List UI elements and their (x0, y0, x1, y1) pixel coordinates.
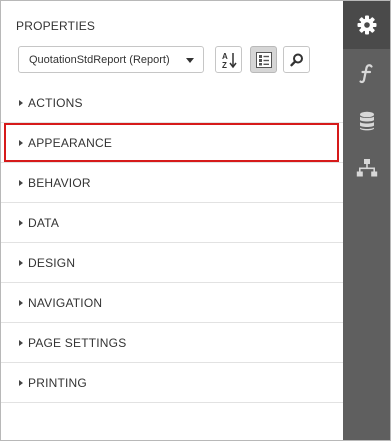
report-explorer-tab[interactable] (343, 145, 390, 193)
properties-tab[interactable] (343, 1, 390, 49)
expand-arrow-icon (19, 260, 23, 266)
category-label: PRINTING (28, 376, 87, 390)
properties-panel: PROPERTIES QuotationStdReport (Report) A… (1, 1, 343, 440)
svg-text:A: A (222, 52, 228, 61)
search-button[interactable] (283, 46, 310, 73)
function-icon (359, 64, 373, 84)
expand-arrow-icon (19, 340, 23, 346)
sort-alphabetically-button[interactable]: A Z (215, 46, 242, 73)
categorized-view-button[interactable] (250, 46, 277, 73)
field-list-tab[interactable] (343, 97, 390, 145)
svg-text:Z: Z (222, 61, 227, 69)
category-label: PAGE SETTINGS (28, 336, 127, 350)
property-category-list: ACTIONS APPEARANCE BEHAVIOR DATA DESIGN … (1, 83, 343, 403)
category-label: NAVIGATION (28, 296, 103, 310)
category-label: BEHAVIOR (28, 176, 91, 190)
component-selector-value: QuotationStdReport (Report) (29, 54, 170, 66)
expand-arrow-icon (19, 220, 23, 226)
component-selector[interactable]: QuotationStdReport (Report) (18, 46, 204, 73)
database-icon (360, 111, 374, 131)
category-label: DATA (28, 216, 60, 230)
category-actions[interactable]: ACTIONS (1, 83, 343, 123)
category-behavior[interactable]: BEHAVIOR (1, 163, 343, 203)
expand-arrow-icon (19, 140, 23, 146)
expand-arrow-icon (19, 300, 23, 306)
search-icon (290, 53, 303, 67)
category-navigation[interactable]: NAVIGATION (1, 283, 343, 323)
expand-arrow-icon (19, 180, 23, 186)
sort-az-icon: A Z (222, 52, 237, 69)
expressions-tab[interactable] (343, 49, 390, 97)
gear-icon (357, 15, 377, 35)
category-label: ACTIONS (28, 96, 83, 110)
category-design[interactable]: DESIGN (1, 243, 343, 283)
category-data[interactable]: DATA (1, 203, 343, 243)
category-label: DESIGN (28, 256, 76, 270)
panel-title: PROPERTIES (16, 19, 96, 33)
categorized-icon (256, 52, 272, 68)
expand-arrow-icon (19, 100, 23, 106)
category-label: APPEARANCE (28, 136, 113, 150)
category-appearance[interactable]: APPEARANCE (1, 123, 343, 163)
category-printing[interactable]: PRINTING (1, 363, 343, 403)
category-page-settings[interactable]: PAGE SETTINGS (1, 323, 343, 363)
tree-icon (356, 159, 378, 177)
chevron-down-icon[interactable] (186, 58, 194, 63)
properties-window: PROPERTIES QuotationStdReport (Report) A… (0, 0, 391, 441)
side-tab-bar (343, 1, 390, 440)
expand-arrow-icon (19, 380, 23, 386)
